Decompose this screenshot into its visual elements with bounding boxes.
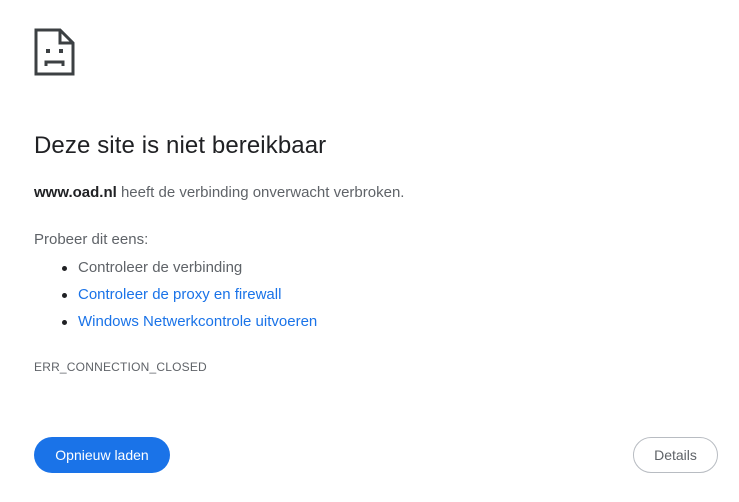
error-page: Deze site is niet bereikbaar www.oad.nl … xyxy=(0,0,739,502)
suggestion-check-connection: Controleer de verbinding xyxy=(56,256,317,283)
error-summary: www.oad.nl heeft de verbinding onverwach… xyxy=(34,184,404,201)
host-name: www.oad.nl xyxy=(34,184,117,201)
suggestions-label: Probeer dit eens: xyxy=(34,231,149,248)
bullet xyxy=(62,266,67,271)
network-diagnostics-link[interactable]: Windows Netwerkcontrole uitvoeren xyxy=(78,313,317,330)
suggestions-list: Controleer de verbinding Controleer de p… xyxy=(56,256,317,337)
page-title: Deze site is niet bereikbaar xyxy=(34,132,327,159)
reload-button[interactable]: Opnieuw laden xyxy=(34,437,170,473)
check-proxy-firewall-link[interactable]: Controleer de proxy en firewall xyxy=(78,286,281,303)
bullet xyxy=(62,293,67,298)
details-button[interactable]: Details xyxy=(633,437,718,473)
summary-message: heeft de verbinding onverwacht verbroken… xyxy=(116,184,405,201)
suggestion-network-diagnostics[interactable]: Windows Netwerkcontrole uitvoeren xyxy=(56,310,317,337)
error-code: ERR_CONNECTION_CLOSED xyxy=(34,360,207,374)
suggestion-text: Controleer de verbinding xyxy=(78,259,243,276)
bullet xyxy=(62,320,67,325)
suggestion-check-proxy[interactable]: Controleer de proxy en firewall xyxy=(56,283,317,310)
sad-page-icon xyxy=(34,28,75,76)
